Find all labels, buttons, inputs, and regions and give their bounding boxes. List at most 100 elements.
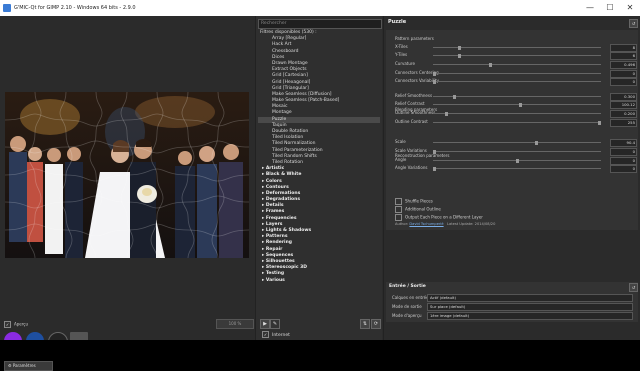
param-slider[interactable] xyxy=(433,112,601,116)
input-layers-select[interactable]: Actif (default) xyxy=(427,294,633,302)
param-value-field[interactable]: 90.4 xyxy=(610,139,637,147)
preview-label: Aperçu xyxy=(14,321,29,327)
io-reset-icon[interactable]: ↺ xyxy=(629,283,638,292)
slider-handle[interactable] xyxy=(433,72,436,76)
slider-handle[interactable] xyxy=(433,167,436,171)
internet-checkbox[interactable]: ✓ xyxy=(262,331,269,338)
internet-toggle[interactable]: ✓ Internet xyxy=(262,331,290,338)
param-slider[interactable] xyxy=(433,72,601,76)
param-label: Outline Smoothness xyxy=(395,110,436,115)
filter-title: Puzzle xyxy=(388,19,407,25)
category-label: Black & White xyxy=(265,172,302,178)
minimize-button[interactable]: — xyxy=(580,0,600,16)
additional-outline-checkbox[interactable] xyxy=(395,206,402,213)
category-label: Repair xyxy=(265,246,283,252)
output-mode-row: Mode de sortie Sur place (default) xyxy=(392,303,633,311)
param-value-field[interactable]: 0.200 xyxy=(610,110,637,118)
preview-toggle[interactable]: ✓ Aperçu xyxy=(4,321,28,328)
filter-search-input[interactable]: Rechercher xyxy=(258,19,382,29)
category-label: Lights & Shadows xyxy=(265,228,312,233)
filter-tree-pane: Rechercher Filtres disponibles (530) : A… xyxy=(255,16,382,340)
param-slider-row: Angle Variations 0 xyxy=(395,165,637,173)
latest-update: Latest Update: 2014/08/20 xyxy=(447,222,496,226)
slider-handle[interactable] xyxy=(457,54,461,58)
slider-handle[interactable] xyxy=(518,103,522,107)
input-layers-label: Calques en entrée xyxy=(392,295,429,300)
param-value-field[interactable]: 0 xyxy=(610,157,637,165)
filter-settings-pane: Puzzle ↺ Pattern parameters Blending par… xyxy=(383,16,640,352)
slider-handle[interactable] xyxy=(444,112,448,116)
maximize-button[interactable]: ☐ xyxy=(600,0,620,16)
param-value-field[interactable]: 0.496 xyxy=(610,61,637,69)
slider-handle[interactable] xyxy=(457,46,461,50)
category-label: Degradations xyxy=(265,197,301,203)
param-value-field[interactable]: 255 xyxy=(610,119,637,127)
input-output-section: Entrée / Sortie ↺ Calques en entrée Acti… xyxy=(386,282,638,322)
output-layers-option[interactable]: Output Each Piece on a Different Layer xyxy=(395,214,483,221)
param-slider-row: Scale Variations 0 xyxy=(395,148,637,156)
category-label: Rendering xyxy=(265,240,293,246)
output-mode-label: Mode de sortie xyxy=(392,304,422,309)
param-label: Y-Tiles xyxy=(395,52,408,57)
favorite-rename-button[interactable]: ✎ xyxy=(270,319,280,329)
param-slider-row: Relief Smoothness 0.300 xyxy=(395,93,637,101)
slider-handle[interactable] xyxy=(433,80,436,84)
param-value-field[interactable]: 100.12 xyxy=(610,101,637,109)
param-slider[interactable] xyxy=(433,95,601,99)
param-slider[interactable] xyxy=(433,80,601,84)
slider-handle[interactable] xyxy=(452,95,456,99)
param-value-field[interactable]: 0.300 xyxy=(610,93,637,101)
param-value-field[interactable]: 0 xyxy=(610,70,637,78)
pattern-section-header: Pattern parameters xyxy=(395,36,434,41)
param-slider-row: X-Tiles 8 xyxy=(395,44,637,52)
param-slider-row: Outline Smoothness 0.200 xyxy=(395,110,637,118)
param-slider[interactable] xyxy=(433,159,601,163)
output-layers-label: Output Each Piece on a Different Layer xyxy=(405,214,483,220)
preview-mode-select[interactable]: 1ère image (default) xyxy=(427,312,633,320)
param-slider[interactable] xyxy=(433,63,601,67)
preview-checkbox[interactable]: ✓ xyxy=(4,321,11,328)
param-slider[interactable] xyxy=(433,54,601,58)
reset-params-icon[interactable]: ↺ xyxy=(629,19,638,28)
gmic-app-icon xyxy=(3,4,11,12)
author-info: Author: David Tschumperlé Latest Update:… xyxy=(395,222,495,226)
filter-category[interactable]: ▸ Various xyxy=(258,278,380,284)
slider-handle[interactable] xyxy=(489,63,493,67)
param-slider[interactable] xyxy=(433,103,601,107)
param-value-field[interactable]: 6 xyxy=(610,52,637,60)
tree-toolbar: ▶ ✎ ⇅ ⟳ xyxy=(258,318,381,329)
author-link[interactable]: David Tschumperlé xyxy=(409,222,443,226)
param-value-field[interactable]: 0 xyxy=(610,148,637,156)
preview-image[interactable] xyxy=(5,92,249,258)
refresh-filters-button[interactable]: ⟳ xyxy=(371,319,381,329)
param-value-field[interactable]: 0 xyxy=(610,165,637,173)
output-mode-select[interactable]: Sur place (default) xyxy=(427,303,633,311)
additional-outline-option[interactable]: Additional Outline xyxy=(395,206,441,213)
preview-mode-label: Mode d'aperçu xyxy=(392,313,422,318)
param-slider[interactable] xyxy=(433,46,601,50)
slider-handle[interactable] xyxy=(433,150,436,154)
param-label: Angle xyxy=(395,157,407,162)
slider-handle[interactable] xyxy=(535,141,539,145)
close-button[interactable]: ✕ xyxy=(620,0,640,16)
param-value-field[interactable]: 0 xyxy=(610,78,637,86)
slider-handle[interactable] xyxy=(515,159,519,163)
shuffle-pieces-checkbox[interactable] xyxy=(395,198,402,205)
expand-collapse-button[interactable]: ⇅ xyxy=(360,319,370,329)
param-slider[interactable] xyxy=(433,167,601,171)
param-slider[interactable] xyxy=(433,150,601,154)
shuffle-pieces-option[interactable]: Shuffle Pieces xyxy=(395,198,433,205)
zoom-field[interactable]: 100 % xyxy=(216,319,254,329)
wedding-puzzle-image xyxy=(5,92,249,258)
slider-handle[interactable] xyxy=(598,121,601,125)
favorite-add-button[interactable]: ▶ xyxy=(260,319,270,329)
category-label: Layers xyxy=(265,221,283,227)
output-layers-checkbox[interactable] xyxy=(395,214,402,221)
param-value-field[interactable]: 8 xyxy=(610,44,637,52)
category-label: Stereoscopic 3D xyxy=(265,265,307,271)
param-slider-row: Relief Contrast 100.12 xyxy=(395,101,637,109)
param-slider[interactable] xyxy=(433,121,601,125)
settings-button[interactable]: ⚙ Paramètres xyxy=(4,361,53,371)
io-header: Entrée / Sortie xyxy=(389,284,426,289)
param-slider[interactable] xyxy=(433,141,601,145)
